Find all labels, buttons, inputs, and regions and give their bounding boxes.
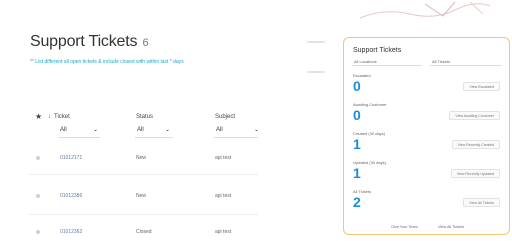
status-filter-value: All xyxy=(137,127,144,133)
table-header: ★ ↓ Ticket Status Subject xyxy=(28,112,258,124)
column-header-status[interactable]: Status xyxy=(136,114,153,120)
chevron-down-icon: ⌄ xyxy=(93,127,99,133)
ticket-subject: api test xyxy=(215,193,232,199)
row-divider xyxy=(28,174,258,175)
ticket-filter-value: All xyxy=(60,127,67,133)
list-description: ** List different all open tickets & inc… xyxy=(30,59,184,65)
ticket-subject: api test xyxy=(215,155,232,161)
star-toggle-icon[interactable] xyxy=(36,194,40,198)
placeholder-line xyxy=(307,41,325,43)
status-filter-select[interactable]: All ⌄ xyxy=(135,125,173,138)
tickets-list-panel: Support Tickets 6 ** List different all … xyxy=(0,0,258,241)
support-tickets-widget: Support Tickets All Locations All Ticket… xyxy=(343,37,510,235)
ticket-type-select[interactable]: All Tickets xyxy=(432,59,450,64)
view-escalated-button[interactable]: View Escalated xyxy=(463,82,500,91)
ticket-status: Closed xyxy=(136,229,152,235)
star-column-icon[interactable]: ★ xyxy=(35,112,42,121)
widget-title: Support Tickets xyxy=(353,47,402,54)
select-underline xyxy=(352,65,422,66)
view-updated-button[interactable]: View Recently Updated xyxy=(450,169,500,178)
background-gap xyxy=(258,0,348,241)
ticket-number-link[interactable]: 01012386 xyxy=(60,193,82,199)
subject-filter-select[interactable]: All ⌄ xyxy=(214,125,258,138)
stat-value-awaiting: 0 xyxy=(353,107,361,123)
ticket-status: New xyxy=(136,155,147,161)
select-underline xyxy=(430,65,502,66)
ticket-status: New xyxy=(136,193,147,199)
subject-filter-value: All xyxy=(216,127,223,133)
ticket-number-link[interactable]: 01012171 xyxy=(60,155,82,161)
stat-value-created: 1 xyxy=(353,136,361,152)
decorative-header-graphic xyxy=(359,1,491,19)
chevron-down-icon: ⌄ xyxy=(165,127,171,133)
screenshot-root: Support Tickets 6 ** List different all … xyxy=(0,0,512,241)
stat-value-escalated: 0 xyxy=(353,78,361,94)
view-created-button[interactable]: View Recently Created xyxy=(451,140,500,149)
star-toggle-icon[interactable] xyxy=(36,230,40,234)
column-header-ticket[interactable]: Ticket xyxy=(54,114,70,120)
location-select[interactable]: All Locations xyxy=(354,59,377,64)
page-title: Support Tickets 6 xyxy=(30,33,149,51)
footer-link-team[interactable]: Give Your Team xyxy=(391,225,418,229)
placeholder-line xyxy=(307,71,325,73)
ticket-filter-select[interactable]: All ⌄ xyxy=(58,125,100,138)
star-toggle-icon[interactable] xyxy=(36,156,40,160)
stat-value-updated: 1 xyxy=(353,165,361,181)
view-all-button[interactable]: View All Tickets xyxy=(463,198,500,207)
view-awaiting-button[interactable]: View Awaiting Customer xyxy=(449,111,500,120)
table-row[interactable]: 01012362 Closed api test xyxy=(28,227,258,239)
stat-value-all: 2 xyxy=(353,194,361,210)
table-row[interactable]: 01012386 New api test xyxy=(28,191,258,203)
ticket-count-badge: 6 xyxy=(142,37,149,49)
table-row[interactable]: 01012171 New api test xyxy=(28,153,258,165)
page-title-text: Support Tickets xyxy=(30,33,138,50)
footer-link-all[interactable]: View All Tickets xyxy=(438,225,464,229)
column-header-subject[interactable]: Subject xyxy=(215,114,235,120)
sort-desc-icon[interactable]: ↓ xyxy=(48,114,51,120)
ticket-subject: api test xyxy=(215,229,232,235)
row-divider xyxy=(28,214,258,215)
ticket-number-link[interactable]: 01012362 xyxy=(60,229,82,235)
